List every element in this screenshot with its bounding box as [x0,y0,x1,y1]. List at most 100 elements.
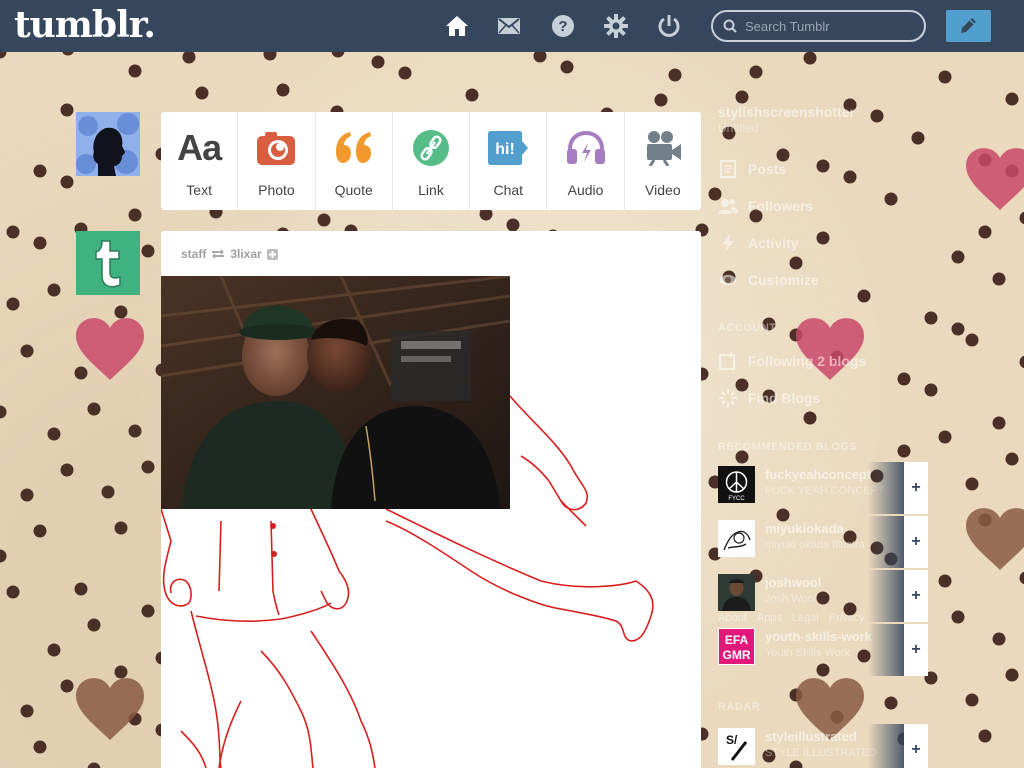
pattern-dot [33,164,47,178]
sidebar-item-followers[interactable]: Followers [718,194,813,218]
svg-text:?: ? [558,18,567,35]
post-type-text[interactable]: Aa Text [161,112,239,210]
chat-icon: hi! [488,128,529,168]
post-type-photo[interactable]: Photo [238,112,316,210]
pattern-dot [6,225,20,239]
recommended-heading: RECOMMENDED BLOGS [718,441,858,453]
pattern-dot [6,585,20,599]
pattern-dot [560,60,574,74]
pattern-dot [60,679,74,693]
blog-name: fuckyeahconcept [765,467,872,482]
blog-name: styleillustrated [765,729,857,744]
follow-blog-button[interactable]: + [904,724,928,768]
following-icon [718,351,738,371]
search-box[interactable] [711,10,926,42]
post-type-chat[interactable]: hi! Chat [470,112,548,210]
recommended-blog[interactable]: FYCC fuckyeahconcept FUCK YEAH CONCEPT + [718,462,928,514]
footer-link-legal[interactable]: Legal [792,612,819,624]
video-camera-icon [643,128,683,168]
footer-link-privacy[interactable]: Privacy [829,612,865,624]
post-type-link[interactable]: Link [393,112,471,210]
pattern-dot [1005,452,1019,466]
pattern-dot [141,460,155,474]
follow-plus-icon[interactable] [266,248,278,260]
blog-thumbnail [718,574,755,611]
pattern-dot [992,632,1006,646]
footer-links: About Apps Legal Privacy [718,612,865,624]
sidebar-item-customize[interactable]: Customize [718,268,819,292]
post-type-label: Text [186,182,212,198]
follow-blog-button[interactable]: + [904,462,928,514]
svg-text:S/: S/ [726,733,738,747]
settings-gear-icon[interactable] [604,14,628,38]
compose-post-button[interactable] [946,10,991,42]
activity-icon [718,233,738,253]
blog-description: Josh Wool [765,593,817,605]
pattern-dot [978,729,992,743]
search-input[interactable] [745,17,915,35]
sidebar-item-posts[interactable]: Posts [718,157,786,181]
tumblr-staff-avatar[interactable] [76,231,140,295]
sidebar-item-find-blogs[interactable]: Find Blogs [718,386,820,410]
inbox-mail-icon[interactable] [497,14,521,38]
pattern-dot [0,549,7,563]
pattern-dot [128,424,142,438]
pattern-dot [0,52,7,59]
post-type-label: Link [418,182,444,198]
reblog-source-link[interactable]: 3lixar [230,247,261,261]
post-author-link[interactable]: staff [181,247,206,261]
post-type-label: Video [645,182,681,198]
recommended-blog[interactable]: miyukiokada miyuki okada Illustra + [718,516,928,568]
pattern-dot [965,477,979,491]
plus-icon: + [911,479,921,496]
post-photo[interactable] [161,276,510,509]
follow-blog-button[interactable]: + [904,570,928,622]
pattern-dot [654,93,668,107]
pattern-dot [951,322,965,336]
radar-blog[interactable]: S/ styleillustrated STYLE ILLUSTRATED + [718,724,928,768]
pattern-dot [263,52,277,61]
pattern-dot [47,643,61,657]
sidebar-item-label: Customize [748,272,819,288]
link-icon [411,128,451,168]
post-type-quote[interactable]: Quote [316,112,393,210]
pattern-dot [1019,571,1024,585]
search-icon [723,19,737,33]
sidebar-username[interactable]: stylishscreenshotter [718,104,938,120]
pattern-dot [398,66,412,80]
user-avatar[interactable] [76,112,140,176]
blog-description: STYLE ILLUSTRATED [765,747,877,759]
post-type-label: Photo [258,182,295,198]
pattern-dot [533,52,547,63]
pattern-dot [87,762,101,768]
photo-two-men-image [161,276,510,509]
account-heading: ACCOUNT [718,322,777,334]
sidebar-item-label: Find Blogs [748,390,821,406]
home-icon[interactable] [445,14,469,38]
post-type-video[interactable]: Video [625,112,701,210]
post-type-audio[interactable]: Audio [547,112,625,210]
pattern-dot [506,218,520,232]
pencil-icon [961,18,976,33]
logout-power-icon[interactable] [657,14,681,38]
pattern-dot [114,521,128,535]
post-header: staff 3lixar [181,247,278,261]
footer-link-apps[interactable]: Apps [757,612,782,624]
sidebar-item-following[interactable]: Following 2 blogs [718,349,866,373]
follow-blog-button[interactable]: + [904,516,928,568]
plus-icon: + [911,533,921,550]
recommended-blog[interactable]: joshwool Josh Wool + [718,570,928,622]
help-icon[interactable]: ? [551,14,575,38]
followers-icon [718,196,738,216]
recommended-blog[interactable]: EFA GMR youth-skills-work Youth Skills Wo… [718,624,928,676]
tumblr-logo[interactable]: tumblr. [14,4,156,46]
follow-blog-button[interactable]: + [904,624,928,676]
svg-text:FYCC: FYCC [728,496,745,502]
footer-link-about[interactable]: About [718,612,747,624]
blog-thumbnail: EFA GMR [718,628,755,665]
dashboard-post: staff 3lixar [161,231,701,768]
pattern-dot [951,610,965,624]
svg-text:EFA: EFA [725,633,749,647]
pattern-dot [803,52,817,65]
sidebar-item-activity[interactable]: Activity [718,231,799,255]
